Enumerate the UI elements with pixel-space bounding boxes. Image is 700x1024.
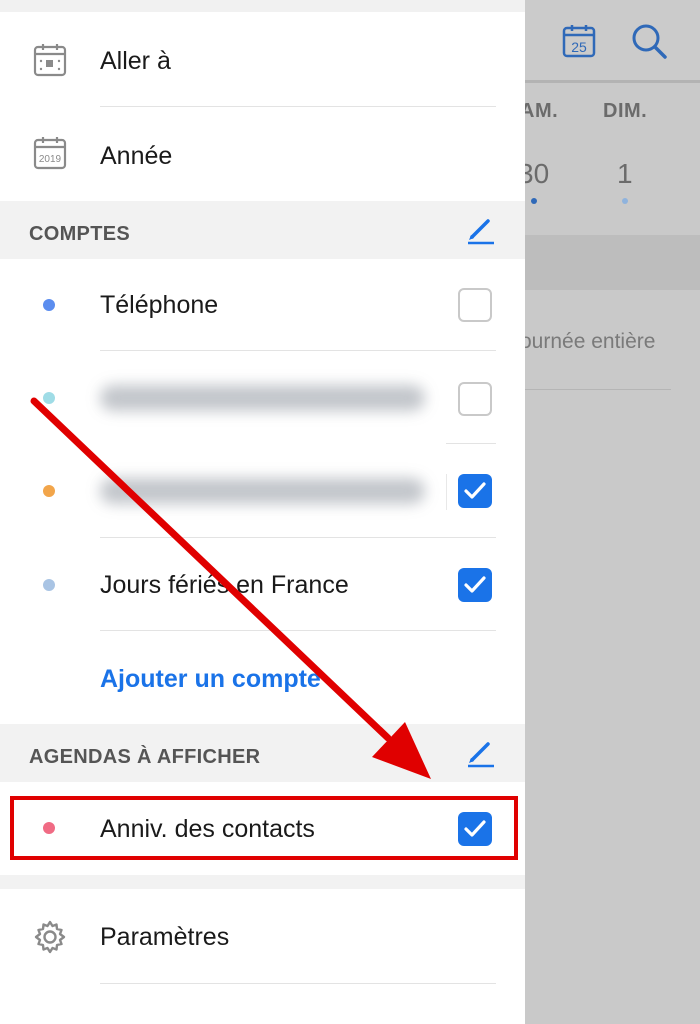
navigation-drawer: Aller à 2019 Année COMPTES Téléphone Jou…: [0, 0, 525, 1024]
account-checkbox[interactable]: [458, 288, 492, 322]
blurred-account-name: [100, 478, 425, 504]
agendas-section-title: AGENDAS À AFFICHER: [29, 746, 261, 768]
allday-label: ournée entière: [520, 330, 656, 353]
account-color-dot: [43, 299, 55, 311]
checkmark-icon: [464, 576, 486, 593]
weekday-label-sat: AM.: [520, 100, 559, 122]
account-item-email[interactable]: [0, 351, 525, 443]
calendar-toolbar-divider: [525, 80, 700, 83]
account-item-holidays[interactable]: Jours fériés en France: [0, 538, 525, 630]
add-account-row[interactable]: Ajouter un compte: [0, 631, 525, 724]
section-spacer: [0, 875, 525, 889]
edit-accounts-icon[interactable]: [464, 215, 496, 247]
date-cell-1[interactable]: 1: [617, 158, 633, 190]
today-calendar-icon-day: 25: [571, 39, 587, 55]
account-item-gmail[interactable]: [0, 444, 525, 537]
edit-agendas-icon[interactable]: [464, 738, 496, 770]
goto-date-icon: [33, 44, 67, 77]
allday-band: [525, 235, 700, 290]
accounts-section-header: COMPTES: [0, 201, 525, 259]
checkmark-icon: [464, 482, 486, 499]
drawer-top-strip: [0, 0, 525, 12]
blurred-account-name: [100, 385, 425, 411]
gear-icon: [34, 920, 66, 954]
weekday-label-sun: DIM.: [603, 100, 648, 122]
today-calendar-icon[interactable]: 25: [562, 24, 596, 58]
year-calendar-icon: 2019: [33, 137, 67, 170]
account-checkbox-checked[interactable]: [458, 474, 492, 508]
row-vertical-divider: [446, 474, 447, 510]
account-item-phone[interactable]: Téléphone: [0, 259, 525, 351]
year-label: Année: [100, 142, 173, 170]
menu-item-settings[interactable]: Paramètres: [0, 889, 525, 984]
account-checkbox-checked[interactable]: [458, 568, 492, 602]
account-label: Jours fériés en France: [100, 571, 349, 599]
event-dot: [531, 198, 537, 204]
calendar-divider: [525, 389, 671, 390]
account-checkbox[interactable]: [458, 382, 492, 416]
accounts-section-title: COMPTES: [29, 223, 130, 245]
account-color-dot: [43, 392, 55, 404]
goto-label: Aller à: [100, 47, 171, 75]
account-color-dot: [43, 485, 55, 497]
account-color-dot: [43, 579, 55, 591]
event-dot: [622, 198, 628, 204]
menu-item-year[interactable]: 2019 Année: [0, 107, 525, 202]
menu-item-goto[interactable]: Aller à: [0, 12, 525, 107]
agendas-section-header: AGENDAS À AFFICHER: [0, 724, 525, 782]
add-account-link[interactable]: Ajouter un compte: [100, 665, 321, 694]
account-label: Téléphone: [100, 291, 219, 319]
highlight-box: [10, 796, 518, 860]
search-icon[interactable]: [630, 22, 668, 60]
year-icon-text: 2019: [39, 154, 62, 165]
settings-label: Paramètres: [100, 923, 230, 951]
divider: [100, 983, 496, 984]
